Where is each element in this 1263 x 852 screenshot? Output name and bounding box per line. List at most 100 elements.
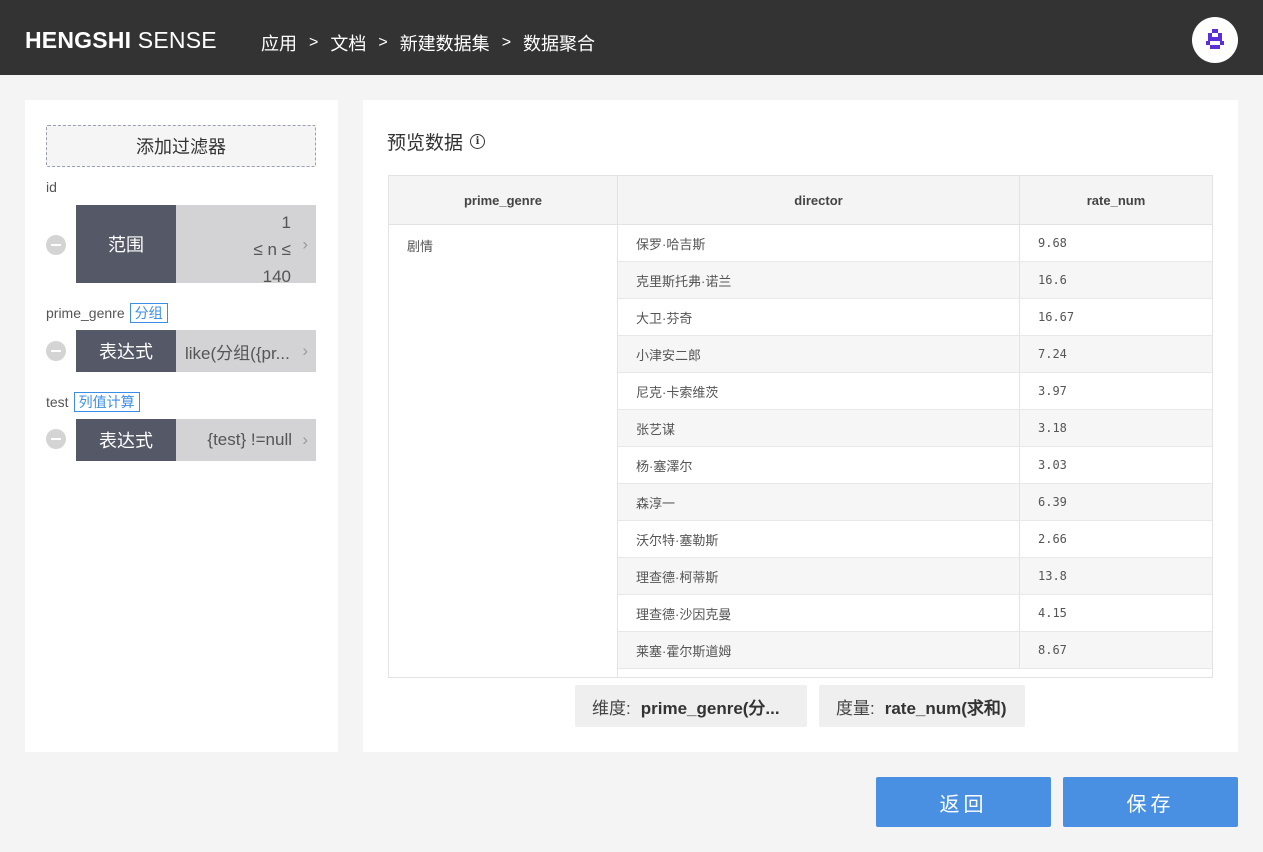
director-cell: 森淳一 — [618, 484, 1020, 520]
preview-table[interactable]: prime_genre director rate_num 剧情 保罗·哈吉斯 9… — [388, 175, 1213, 678]
measure-label: 度量: — [836, 698, 875, 718]
brand-bold-text: HENGSHI — [25, 27, 132, 53]
user-avatar[interactable] — [1192, 17, 1238, 63]
save-button[interactable]: 保存 — [1063, 777, 1238, 827]
filter-field-name: prime_genre — [46, 305, 125, 321]
table-rows: 保罗·哈吉斯 9.68 克里斯托弗·诺兰 16.6 大卫·芬奇 16.67 小津安二郎 7.2… — [618, 225, 1212, 677]
director-cell: 莱塞·霍尔斯道姆 — [618, 632, 1020, 668]
filter-item-id[interactable]: 范围 1 ≤ n ≤ 140 › — [76, 205, 316, 283]
column-header[interactable]: rate_num — [1020, 176, 1212, 224]
rate-cell: 13.8 — [1038, 569, 1067, 583]
preview-title-text: 预览数据 — [387, 133, 464, 154]
column-header[interactable]: prime_genre — [389, 176, 618, 224]
filter-field-label: prime_genre 分组 — [46, 303, 168, 323]
rate-cell: 4.15 — [1038, 606, 1067, 620]
remove-filter-icon[interactable] — [46, 235, 66, 255]
rate-cell: 16.6 — [1038, 273, 1067, 287]
measure-value: rate_num(求和) — [884, 698, 1007, 718]
director-cell: 保罗·哈吉斯 — [618, 225, 1020, 261]
table-row[interactable]: 理查德·柯蒂斯 13.8 — [618, 558, 1212, 595]
director-cell: 小津安二郎 — [618, 336, 1020, 372]
table-row[interactable]: 尼克·卡索维茨 3.97 — [618, 373, 1212, 410]
preview-panel: 预览数据 i prime_genre director rate_num 剧情 … — [363, 100, 1238, 752]
dimension-value: prime_genre(分... — [640, 698, 780, 718]
rate-cell: 7.24 — [1038, 347, 1067, 361]
table-row[interactable]: 沃尔特·塞勒斯 2.66 — [618, 521, 1212, 558]
breadcrumb-separator: > — [309, 34, 319, 51]
dimension-pill[interactable]: 维度: prime_genre(分... — [575, 685, 807, 727]
breadcrumb-separator: > — [501, 34, 512, 51]
director-cell: 沃尔特·塞勒斯 — [618, 521, 1020, 557]
pixel-robot-icon — [1206, 29, 1224, 49]
dimension-label: 维度: — [592, 698, 631, 718]
director-cell: 杨·塞澤尔 — [618, 447, 1020, 483]
breadcrumb-separator: > — [378, 34, 388, 51]
filter-field-name: id — [46, 179, 57, 195]
filter-range-value: 1 ≤ n ≤ 140 › — [176, 205, 316, 283]
breadcrumb-item-aggregation: 数据聚合 — [523, 34, 596, 54]
remove-filter-icon[interactable] — [46, 429, 66, 449]
filter-expression-text: {test} !=null — [207, 430, 292, 449]
rate-cell: 16.67 — [1038, 310, 1075, 324]
filter-tag: 分组 — [129, 303, 168, 323]
filter-panel: 添加过滤器 id 范围 1 ≤ n ≤ 140 › prime_genre 分组… — [25, 100, 338, 752]
measure-pill[interactable]: 度量: rate_num(求和) — [819, 685, 1025, 727]
rate-cell: 9.68 — [1038, 236, 1067, 250]
breadcrumb-item-new-dataset[interactable]: 新建数据集 — [400, 30, 490, 56]
genre-cell: 剧情 — [389, 225, 618, 677]
range-min: 1 — [281, 213, 291, 232]
table-row[interactable]: 保罗·哈吉斯 9.68 — [618, 225, 1212, 262]
table-body: 剧情 保罗·哈吉斯 9.68 克里斯托弗·诺兰 16.6 大卫·芬奇 16.67 小津安二郎… — [389, 225, 1212, 677]
remove-filter-icon[interactable] — [46, 341, 66, 361]
table-row[interactable]: 杨·塞澤尔 3.03 — [618, 447, 1212, 484]
breadcrumb-item-apps[interactable]: 应用 — [261, 30, 297, 56]
director-cell: 理查德·柯蒂斯 — [618, 558, 1020, 594]
chevron-right-icon: › — [302, 234, 308, 254]
filter-type: 表达式 — [76, 419, 176, 461]
filter-expression-text: like(分组({pr... — [185, 343, 290, 363]
filter-type: 范围 — [76, 205, 176, 283]
director-cell: 张艺谋 — [618, 410, 1020, 446]
preview-title: 预览数据 i — [387, 128, 486, 155]
rate-cell: 3.97 — [1038, 384, 1067, 398]
director-cell: 理查德·沙因克曼 — [618, 595, 1020, 631]
filter-tag: 列值计算 — [73, 392, 140, 412]
range-max: 140 — [262, 267, 291, 283]
rate-cell: 8.67 — [1038, 643, 1067, 657]
info-circle-icon[interactable]: i — [470, 134, 486, 149]
top-bar: HENGSHI SENSE 应用 > 文档 > 新建数据集 > 数据聚合 — [0, 0, 1263, 75]
filter-field-label: id — [46, 179, 57, 195]
chevron-right-icon: › — [302, 341, 308, 360]
table-row[interactable]: 小津安二郎 7.24 — [618, 336, 1212, 373]
table-row[interactable]: 克里斯托弗·诺兰 16.6 — [618, 262, 1212, 299]
filter-item-test[interactable]: 表达式 {test} !=null › — [76, 419, 316, 461]
director-cell: 大卫·芬奇 — [618, 299, 1020, 335]
brand-logo[interactable]: HENGSHI SENSE — [25, 27, 217, 54]
back-button[interactable]: 返回 — [876, 777, 1051, 827]
breadcrumb: 应用 > 文档 > 新建数据集 > 数据聚合 — [261, 30, 595, 56]
chevron-right-icon: › — [302, 430, 308, 449]
column-header[interactable]: director — [618, 176, 1020, 224]
table-row[interactable]: 张艺谋 3.18 — [618, 410, 1212, 447]
rate-cell: 3.18 — [1038, 421, 1067, 435]
table-row[interactable]: 大卫·芬奇 16.67 — [618, 299, 1212, 336]
filter-expression-value: like(分组({pr... › — [176, 330, 316, 372]
breadcrumb-item-docs[interactable]: 文档 — [330, 30, 366, 56]
rate-cell: 2.66 — [1038, 532, 1067, 546]
rate-cell: 3.03 — [1038, 458, 1067, 472]
range-operator: ≤ n ≤ — [253, 240, 291, 259]
filter-type: 表达式 — [76, 330, 176, 372]
table-header: prime_genre director rate_num — [389, 176, 1212, 225]
brand-rest-text: SENSE — [137, 27, 217, 53]
director-cell: 克里斯托弗·诺兰 — [618, 262, 1020, 298]
filter-field-label: test 列值计算 — [46, 392, 140, 412]
filter-field-name: test — [46, 394, 69, 410]
rate-cell: 6.39 — [1038, 495, 1067, 509]
filter-item-prime-genre[interactable]: 表达式 like(分组({pr... › — [76, 330, 316, 372]
director-cell: 尼克·卡索维茨 — [618, 373, 1020, 409]
add-filter-button[interactable]: 添加过滤器 — [46, 125, 316, 167]
filter-expression-value: {test} !=null › — [176, 419, 316, 461]
table-row[interactable]: 莱塞·霍尔斯道姆 8.67 — [618, 632, 1212, 669]
table-row[interactable]: 理查德·沙因克曼 4.15 — [618, 595, 1212, 632]
table-row[interactable]: 森淳一 6.39 — [618, 484, 1212, 521]
